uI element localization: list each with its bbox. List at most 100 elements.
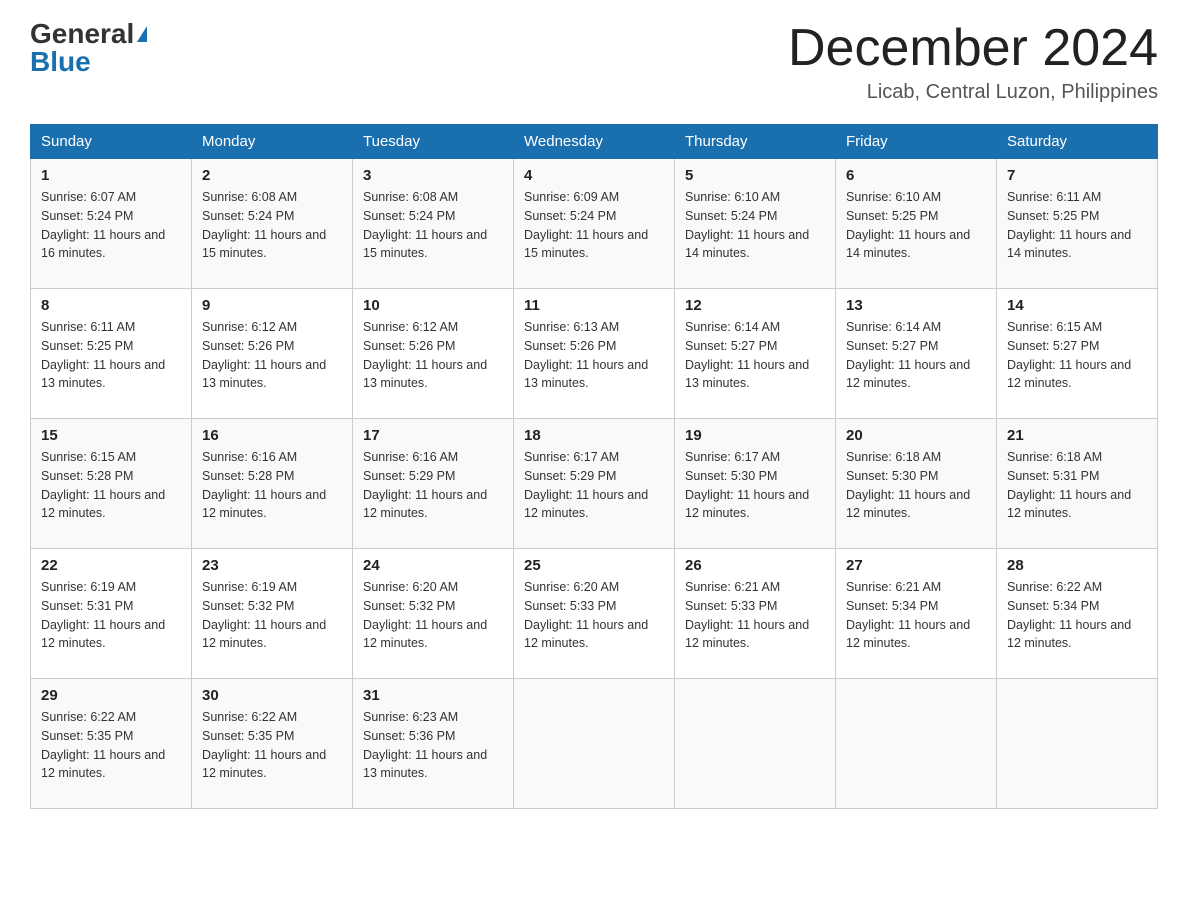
- day-info: Sunrise: 6:15 AM Sunset: 5:27 PM Dayligh…: [1007, 318, 1147, 393]
- day-info: Sunrise: 6:09 AM Sunset: 5:24 PM Dayligh…: [524, 188, 664, 263]
- calendar-week-row: 1 Sunrise: 6:07 AM Sunset: 5:24 PM Dayli…: [31, 159, 1158, 289]
- calendar-subtitle: Licab, Central Luzon, Philippines: [788, 81, 1158, 104]
- calendar-day-cell: 7 Sunrise: 6:11 AM Sunset: 5:25 PM Dayli…: [997, 159, 1158, 289]
- day-number: 4: [524, 167, 664, 184]
- day-number: 9: [202, 297, 342, 314]
- day-info: Sunrise: 6:14 AM Sunset: 5:27 PM Dayligh…: [846, 318, 986, 393]
- day-number: 25: [524, 557, 664, 574]
- day-number: 6: [846, 167, 986, 184]
- day-info: Sunrise: 6:21 AM Sunset: 5:34 PM Dayligh…: [846, 578, 986, 653]
- calendar-day-cell: 2 Sunrise: 6:08 AM Sunset: 5:24 PM Dayli…: [192, 159, 353, 289]
- calendar-day-cell: 10 Sunrise: 6:12 AM Sunset: 5:26 PM Dayl…: [353, 289, 514, 419]
- day-info: Sunrise: 6:12 AM Sunset: 5:26 PM Dayligh…: [363, 318, 503, 393]
- calendar-day-cell: 24 Sunrise: 6:20 AM Sunset: 5:32 PM Dayl…: [353, 549, 514, 679]
- day-info: Sunrise: 6:22 AM Sunset: 5:34 PM Dayligh…: [1007, 578, 1147, 653]
- day-number: 26: [685, 557, 825, 574]
- header-tuesday: Tuesday: [353, 125, 514, 159]
- calendar-day-cell: 22 Sunrise: 6:19 AM Sunset: 5:31 PM Dayl…: [31, 549, 192, 679]
- calendar-day-cell: 18 Sunrise: 6:17 AM Sunset: 5:29 PM Dayl…: [514, 419, 675, 549]
- day-info: Sunrise: 6:14 AM Sunset: 5:27 PM Dayligh…: [685, 318, 825, 393]
- day-number: 2: [202, 167, 342, 184]
- calendar-title: December 2024: [788, 20, 1158, 77]
- calendar-day-cell: 30 Sunrise: 6:22 AM Sunset: 5:35 PM Dayl…: [192, 679, 353, 809]
- calendar-day-cell: [997, 679, 1158, 809]
- day-number: 13: [846, 297, 986, 314]
- day-number: 15: [41, 427, 181, 444]
- calendar-day-cell: 17 Sunrise: 6:16 AM Sunset: 5:29 PM Dayl…: [353, 419, 514, 549]
- calendar-day-cell: 1 Sunrise: 6:07 AM Sunset: 5:24 PM Dayli…: [31, 159, 192, 289]
- calendar-day-cell: [514, 679, 675, 809]
- day-info: Sunrise: 6:20 AM Sunset: 5:33 PM Dayligh…: [524, 578, 664, 653]
- day-info: Sunrise: 6:22 AM Sunset: 5:35 PM Dayligh…: [41, 708, 181, 783]
- day-info: Sunrise: 6:12 AM Sunset: 5:26 PM Dayligh…: [202, 318, 342, 393]
- day-info: Sunrise: 6:16 AM Sunset: 5:28 PM Dayligh…: [202, 448, 342, 523]
- day-info: Sunrise: 6:13 AM Sunset: 5:26 PM Dayligh…: [524, 318, 664, 393]
- day-number: 12: [685, 297, 825, 314]
- calendar-day-cell: 12 Sunrise: 6:14 AM Sunset: 5:27 PM Dayl…: [675, 289, 836, 419]
- calendar-day-cell: 11 Sunrise: 6:13 AM Sunset: 5:26 PM Dayl…: [514, 289, 675, 419]
- day-number: 17: [363, 427, 503, 444]
- day-number: 10: [363, 297, 503, 314]
- day-number: 11: [524, 297, 664, 314]
- calendar-day-cell: 6 Sunrise: 6:10 AM Sunset: 5:25 PM Dayli…: [836, 159, 997, 289]
- day-number: 21: [1007, 427, 1147, 444]
- day-number: 22: [41, 557, 181, 574]
- day-info: Sunrise: 6:11 AM Sunset: 5:25 PM Dayligh…: [1007, 188, 1147, 263]
- day-number: 23: [202, 557, 342, 574]
- header-sunday: Sunday: [31, 125, 192, 159]
- calendar-table: Sunday Monday Tuesday Wednesday Thursday…: [30, 124, 1158, 809]
- calendar-body: 1 Sunrise: 6:07 AM Sunset: 5:24 PM Dayli…: [31, 159, 1158, 809]
- calendar-day-cell: 20 Sunrise: 6:18 AM Sunset: 5:30 PM Dayl…: [836, 419, 997, 549]
- logo-general-text: General: [30, 20, 134, 48]
- day-info: Sunrise: 6:08 AM Sunset: 5:24 PM Dayligh…: [363, 188, 503, 263]
- day-info: Sunrise: 6:19 AM Sunset: 5:32 PM Dayligh…: [202, 578, 342, 653]
- calendar-week-row: 29 Sunrise: 6:22 AM Sunset: 5:35 PM Dayl…: [31, 679, 1158, 809]
- header-thursday: Thursday: [675, 125, 836, 159]
- header-wednesday: Wednesday: [514, 125, 675, 159]
- calendar-day-cell: 25 Sunrise: 6:20 AM Sunset: 5:33 PM Dayl…: [514, 549, 675, 679]
- day-number: 14: [1007, 297, 1147, 314]
- day-info: Sunrise: 6:23 AM Sunset: 5:36 PM Dayligh…: [363, 708, 503, 783]
- calendar-day-cell: 5 Sunrise: 6:10 AM Sunset: 5:24 PM Dayli…: [675, 159, 836, 289]
- calendar-week-row: 15 Sunrise: 6:15 AM Sunset: 5:28 PM Dayl…: [31, 419, 1158, 549]
- calendar-day-cell: 14 Sunrise: 6:15 AM Sunset: 5:27 PM Dayl…: [997, 289, 1158, 419]
- header-monday: Monday: [192, 125, 353, 159]
- day-info: Sunrise: 6:10 AM Sunset: 5:25 PM Dayligh…: [846, 188, 986, 263]
- header-friday: Friday: [836, 125, 997, 159]
- day-info: Sunrise: 6:17 AM Sunset: 5:29 PM Dayligh…: [524, 448, 664, 523]
- calendar-day-cell: 3 Sunrise: 6:08 AM Sunset: 5:24 PM Dayli…: [353, 159, 514, 289]
- calendar-day-cell: 16 Sunrise: 6:16 AM Sunset: 5:28 PM Dayl…: [192, 419, 353, 549]
- day-number: 27: [846, 557, 986, 574]
- calendar-day-cell: [675, 679, 836, 809]
- calendar-header: Sunday Monday Tuesday Wednesday Thursday…: [31, 125, 1158, 159]
- calendar-day-cell: 13 Sunrise: 6:14 AM Sunset: 5:27 PM Dayl…: [836, 289, 997, 419]
- calendar-day-cell: 28 Sunrise: 6:22 AM Sunset: 5:34 PM Dayl…: [997, 549, 1158, 679]
- day-number: 24: [363, 557, 503, 574]
- day-number: 28: [1007, 557, 1147, 574]
- day-info: Sunrise: 6:18 AM Sunset: 5:31 PM Dayligh…: [1007, 448, 1147, 523]
- calendar-day-cell: 31 Sunrise: 6:23 AM Sunset: 5:36 PM Dayl…: [353, 679, 514, 809]
- day-info: Sunrise: 6:19 AM Sunset: 5:31 PM Dayligh…: [41, 578, 181, 653]
- calendar-day-cell: 8 Sunrise: 6:11 AM Sunset: 5:25 PM Dayli…: [31, 289, 192, 419]
- day-number: 16: [202, 427, 342, 444]
- logo: General Blue: [30, 20, 147, 76]
- calendar-day-cell: 4 Sunrise: 6:09 AM Sunset: 5:24 PM Dayli…: [514, 159, 675, 289]
- day-info: Sunrise: 6:16 AM Sunset: 5:29 PM Dayligh…: [363, 448, 503, 523]
- day-info: Sunrise: 6:08 AM Sunset: 5:24 PM Dayligh…: [202, 188, 342, 263]
- calendar-day-cell: 19 Sunrise: 6:17 AM Sunset: 5:30 PM Dayl…: [675, 419, 836, 549]
- logo-triangle-icon: [137, 26, 147, 42]
- calendar-day-cell: [836, 679, 997, 809]
- page-header: General Blue December 2024 Licab, Centra…: [30, 20, 1158, 104]
- calendar-day-cell: 29 Sunrise: 6:22 AM Sunset: 5:35 PM Dayl…: [31, 679, 192, 809]
- logo-blue-text: Blue: [30, 48, 91, 76]
- calendar-day-cell: 21 Sunrise: 6:18 AM Sunset: 5:31 PM Dayl…: [997, 419, 1158, 549]
- day-info: Sunrise: 6:15 AM Sunset: 5:28 PM Dayligh…: [41, 448, 181, 523]
- day-info: Sunrise: 6:20 AM Sunset: 5:32 PM Dayligh…: [363, 578, 503, 653]
- day-number: 20: [846, 427, 986, 444]
- day-number: 7: [1007, 167, 1147, 184]
- day-number: 30: [202, 687, 342, 704]
- day-number: 1: [41, 167, 181, 184]
- title-section: December 2024 Licab, Central Luzon, Phil…: [788, 20, 1158, 104]
- calendar-day-cell: 27 Sunrise: 6:21 AM Sunset: 5:34 PM Dayl…: [836, 549, 997, 679]
- day-info: Sunrise: 6:17 AM Sunset: 5:30 PM Dayligh…: [685, 448, 825, 523]
